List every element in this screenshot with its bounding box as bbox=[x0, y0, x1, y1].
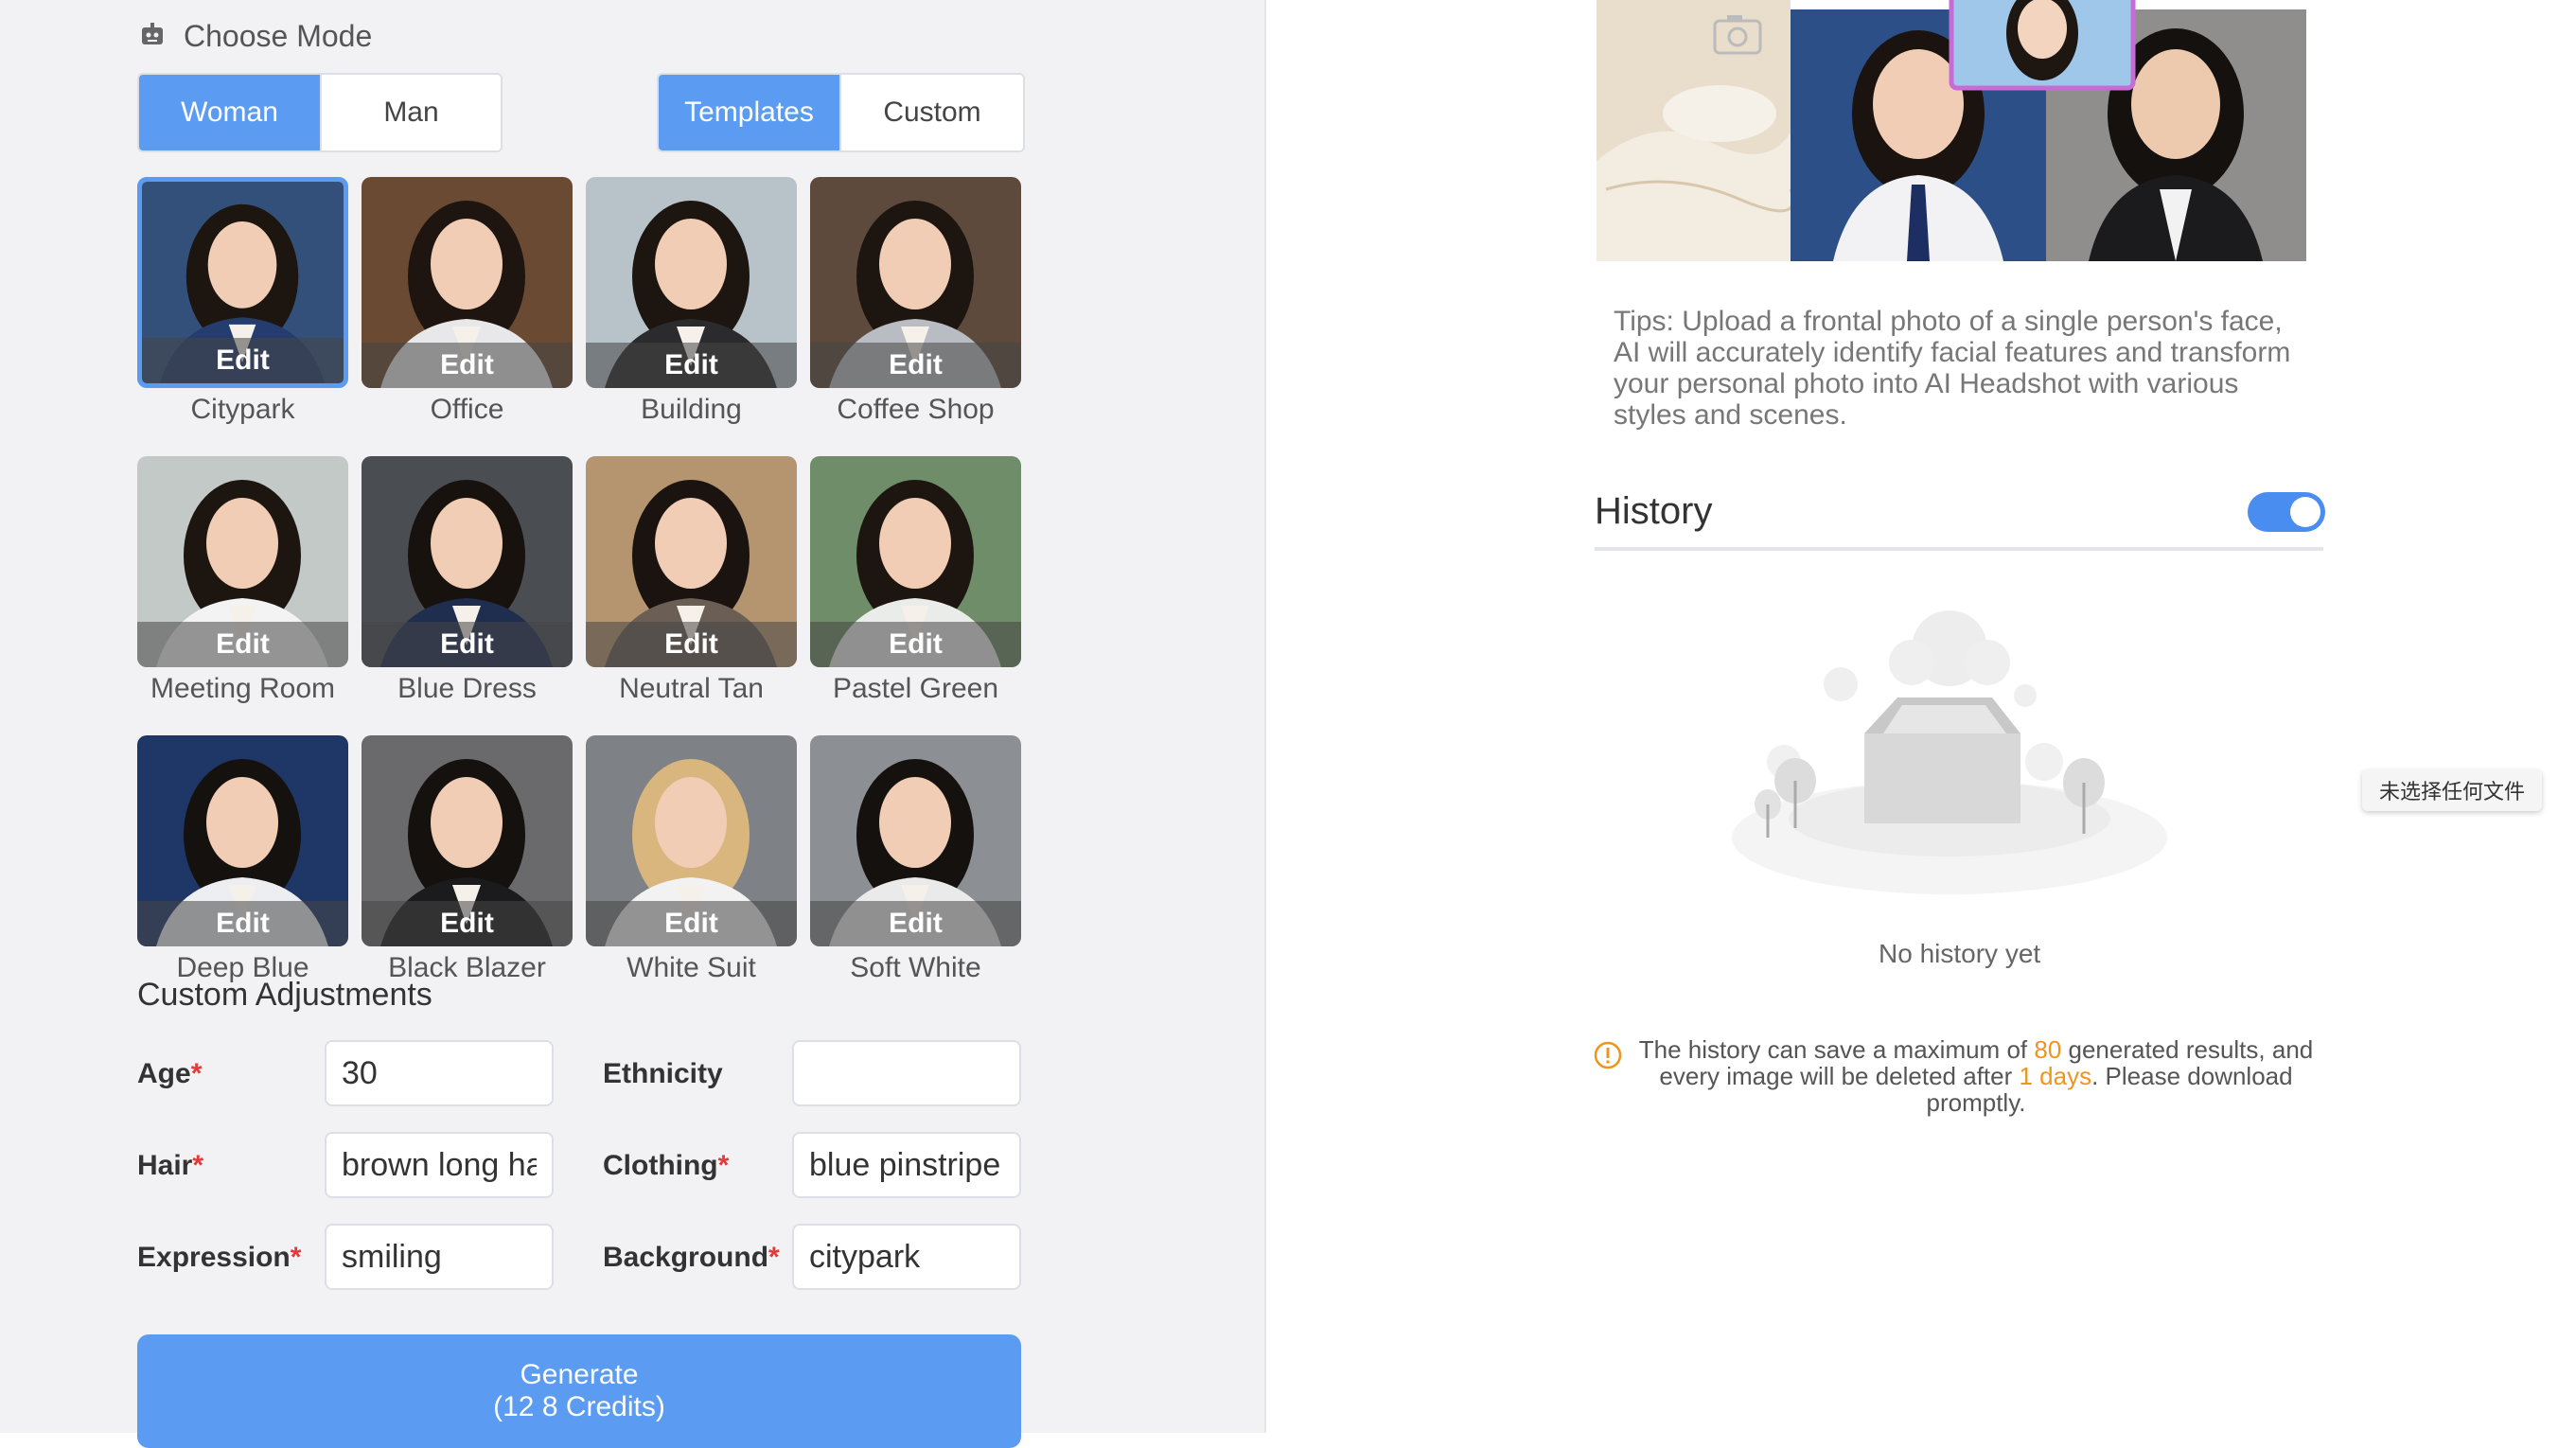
template-label: Coffee Shop bbox=[837, 394, 995, 425]
template-grid: Edit Citypark Edit Office Edit Building Edit Co… bbox=[137, 177, 1021, 984]
custom-button[interactable]: Custom bbox=[839, 75, 1023, 150]
history-title: History bbox=[1595, 490, 1713, 532]
template-label: Meeting Room bbox=[150, 673, 336, 704]
age-label: Age* bbox=[137, 1058, 203, 1089]
edit-button[interactable]: Edit bbox=[586, 343, 797, 388]
toggle-knob bbox=[2290, 497, 2320, 527]
robot-icon bbox=[138, 20, 167, 53]
edit-button[interactable]: Edit bbox=[137, 622, 348, 667]
edit-button[interactable]: Edit bbox=[362, 343, 573, 388]
edit-button[interactable]: Edit bbox=[586, 901, 797, 946]
edit-button[interactable]: Edit bbox=[810, 622, 1021, 667]
template-thumbnail[interactable]: Edit bbox=[586, 177, 797, 388]
template-thumbnail[interactable]: Edit bbox=[586, 456, 797, 667]
warning-icon bbox=[1594, 1041, 1622, 1069]
file-input-status[interactable]: 未选择任何文件 bbox=[2362, 769, 2542, 811]
expression-input[interactable] bbox=[325, 1224, 554, 1290]
template-tile[interactable]: Edit Citypark bbox=[137, 177, 348, 426]
template-label: Pastel Green bbox=[832, 673, 999, 704]
edit-button[interactable]: Edit bbox=[137, 901, 348, 946]
template-thumbnail[interactable]: Edit bbox=[810, 456, 1021, 667]
template-tile[interactable]: Edit Coffee Shop bbox=[810, 177, 1021, 426]
generate-button[interactable]: Generate (12 8 Credits) bbox=[137, 1334, 1021, 1448]
template-label: Blue Dress bbox=[397, 673, 537, 704]
mode-title: Choose Mode bbox=[184, 18, 373, 53]
generate-label: Generate bbox=[520, 1359, 639, 1390]
template-label: Building bbox=[641, 394, 742, 425]
template-tile[interactable]: Edit Deep Blue bbox=[137, 735, 348, 984]
background-input[interactable] bbox=[792, 1224, 1021, 1290]
template-tile[interactable]: Edit Office bbox=[362, 177, 573, 426]
template-tile[interactable]: Edit Meeting Room bbox=[137, 456, 348, 705]
background-label: Background* bbox=[603, 1242, 780, 1273]
template-thumbnail[interactable]: Edit bbox=[586, 735, 797, 946]
template-thumbnail[interactable]: Edit bbox=[137, 456, 348, 667]
custom-adjustments-title: Custom Adjustments bbox=[137, 977, 432, 1013]
template-thumbnail[interactable]: Edit bbox=[810, 735, 1021, 946]
mode-header: Choose Mode bbox=[138, 17, 372, 55]
template-label: Neutral Tan bbox=[619, 673, 764, 704]
ethnicity-input[interactable] bbox=[792, 1040, 1021, 1106]
edit-button[interactable]: Edit bbox=[362, 901, 573, 946]
edit-button[interactable]: Edit bbox=[586, 622, 797, 667]
template-tile[interactable]: Edit Black Blazer bbox=[362, 735, 573, 984]
template-tile[interactable]: Edit Blue Dress bbox=[362, 456, 573, 705]
left-panel: Choose Mode Woman Man Templates Custom E… bbox=[0, 0, 1266, 1448]
template-thumbnail[interactable]: Edit bbox=[362, 456, 573, 667]
edit-button[interactable]: Edit bbox=[810, 901, 1021, 946]
ethnicity-label: Ethnicity bbox=[603, 1058, 723, 1089]
history-toggle[interactable] bbox=[2248, 492, 2325, 532]
mode-toggle: Templates Custom bbox=[657, 73, 1025, 152]
hair-label: Hair* bbox=[137, 1150, 204, 1181]
template-label: White Suit bbox=[626, 952, 756, 983]
no-history-text: No history yet bbox=[1879, 939, 2041, 968]
history-divider bbox=[1595, 547, 2323, 551]
template-tile[interactable]: Edit Soft White bbox=[810, 735, 1021, 984]
template-thumbnail[interactable]: Edit bbox=[362, 177, 573, 388]
edit-button[interactable]: Edit bbox=[810, 343, 1021, 388]
hair-input[interactable] bbox=[325, 1132, 554, 1198]
templates-button[interactable]: Templates bbox=[659, 75, 839, 150]
template-thumbnail[interactable]: Edit bbox=[362, 735, 573, 946]
history-notice-text: The history can save a maximum of 80 gen… bbox=[1638, 1035, 2314, 1117]
edit-button[interactable]: Edit bbox=[142, 338, 344, 383]
edit-button[interactable]: Edit bbox=[362, 622, 573, 667]
woman-button[interactable]: Woman bbox=[139, 75, 320, 150]
template-tile[interactable]: Edit Pastel Green bbox=[810, 456, 1021, 705]
template-thumbnail[interactable]: Edit bbox=[810, 177, 1021, 388]
expression-label: Expression* bbox=[137, 1242, 302, 1273]
template-tile[interactable]: Edit White Suit bbox=[586, 735, 797, 984]
clothing-input[interactable] bbox=[792, 1132, 1021, 1198]
template-label: Citypark bbox=[190, 394, 295, 425]
clothing-label: Clothing* bbox=[603, 1150, 730, 1181]
generate-credits: (12 8 Credits) bbox=[493, 1391, 665, 1422]
upload-hero-image[interactable] bbox=[1597, 0, 2306, 261]
template-tile[interactable]: Edit Building bbox=[586, 177, 797, 426]
template-thumbnail[interactable]: Edit bbox=[137, 177, 348, 388]
template-tile[interactable]: Edit Neutral Tan bbox=[586, 456, 797, 705]
empty-box-illustration bbox=[1732, 610, 2167, 894]
age-input[interactable] bbox=[325, 1040, 554, 1106]
template-label: Office bbox=[430, 394, 504, 425]
template-label: Soft White bbox=[850, 952, 981, 983]
man-button[interactable]: Man bbox=[320, 75, 501, 150]
gender-toggle: Woman Man bbox=[137, 73, 503, 152]
template-thumbnail[interactable]: Edit bbox=[137, 735, 348, 946]
upload-tips: Tips: Upload a frontal photo of a single… bbox=[1614, 306, 2291, 431]
